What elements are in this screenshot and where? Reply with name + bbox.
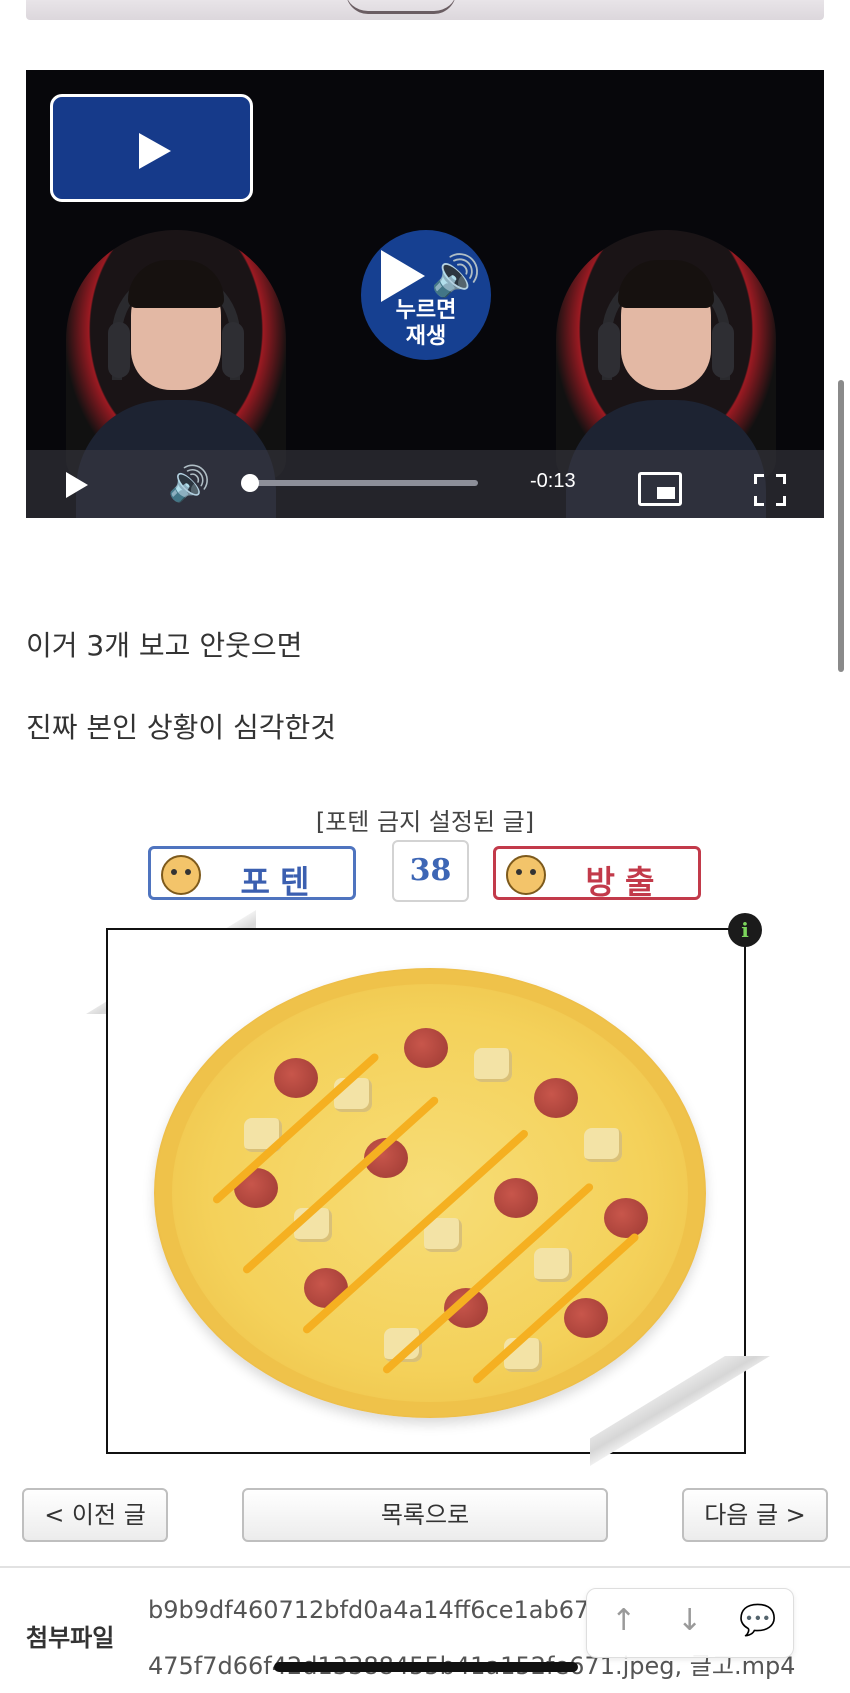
page-scrollbar[interactable] xyxy=(838,380,844,672)
info-icon[interactable]: i xyxy=(728,913,762,947)
home-indicator[interactable] xyxy=(274,1662,578,1672)
volume-icon: 🔊 xyxy=(431,253,481,299)
floating-nav-toolbar: ↑ ↓ 💬 xyxy=(586,1588,794,1658)
previous-post-button[interactable]: < 이전 글 xyxy=(22,1488,168,1542)
fullscreen-icon[interactable] xyxy=(754,474,786,506)
thumbs-down-face-icon xyxy=(506,855,546,895)
upvote-label: 포텐 xyxy=(240,863,320,901)
section-divider xyxy=(0,1566,850,1568)
play-icon[interactable] xyxy=(66,472,88,498)
post-text-line: 이거 3개 보고 안웃으면 xyxy=(26,629,303,662)
comment-icon[interactable]: 💬 xyxy=(739,1603,776,1638)
play-icon xyxy=(139,133,171,169)
previous-image-bottom xyxy=(26,0,824,20)
video-controls-bar: 🔊 -0:13 xyxy=(26,450,824,518)
attachment-file-link[interactable]: b9b9df460712bfd0a4a14ff6ce1ab67 xyxy=(148,1596,589,1624)
video-play-overlay-button[interactable] xyxy=(50,94,253,202)
video-progress-knob[interactable] xyxy=(241,474,259,492)
downvote-label: 방출 xyxy=(585,863,665,901)
thumbs-up-face-icon xyxy=(161,855,201,895)
arrow-down-icon[interactable]: ↓ xyxy=(677,1603,702,1638)
play-icon xyxy=(381,250,425,302)
poten-disabled-notice: [포텐 금지 설정된 글] xyxy=(315,808,535,836)
upvote-button[interactable]: 포텐 xyxy=(148,846,356,901)
pizza-image xyxy=(154,968,706,1418)
picture-in-picture-icon[interactable] xyxy=(638,472,682,506)
back-to-list-button[interactable]: 목록으로 xyxy=(242,1488,608,1542)
tap-to-play-label: 누르면 재생 xyxy=(395,298,457,349)
post-text-line: 진짜 본인 상황이 심각한것 xyxy=(26,711,337,744)
arrow-up-icon[interactable]: ↑ xyxy=(611,1603,636,1638)
image-fragment xyxy=(346,0,456,14)
tap-to-play-button[interactable]: 🔊 누르면 재생 xyxy=(361,230,491,360)
next-post-button[interactable]: 다음 글 > xyxy=(682,1488,828,1542)
downvote-button[interactable]: 방출 xyxy=(493,846,701,901)
video-progress-track[interactable] xyxy=(248,480,478,486)
volume-icon[interactable]: 🔊 xyxy=(168,464,210,504)
video-time-remaining: -0:13 xyxy=(530,470,576,492)
attachments-label: 첨부파일 xyxy=(26,1624,115,1652)
vote-count: 38 xyxy=(392,840,469,902)
video-player[interactable]: 🔊 누르면 재생 🔊 -0:13 xyxy=(26,70,824,518)
